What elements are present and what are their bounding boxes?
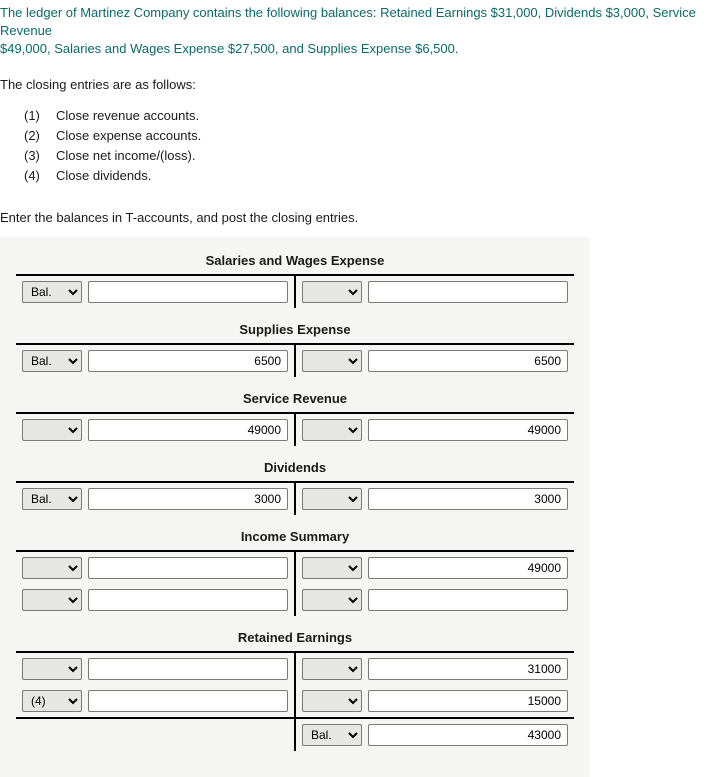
ref-select[interactable]: Bal.	[22, 488, 82, 510]
step-1: (1)Close revenue accounts.	[24, 106, 724, 126]
amount-input[interactable]	[368, 419, 568, 441]
t-accounts-panel: Salaries and Wages Expense Bal. Supplies…	[0, 237, 590, 777]
amount-input[interactable]	[88, 350, 288, 372]
tacct-salaries: Salaries and Wages Expense Bal.	[16, 249, 574, 308]
tacct-dividends: Dividends Bal.	[16, 456, 574, 515]
amount-input[interactable]	[368, 281, 568, 303]
tacct-supplies: Supplies Expense Bal.	[16, 318, 574, 377]
ref-select[interactable]	[302, 589, 362, 611]
ref-select[interactable]	[302, 350, 362, 372]
ref-select[interactable]	[302, 488, 362, 510]
amount-input[interactable]	[88, 589, 288, 611]
tacct-title: Salaries and Wages Expense	[16, 249, 574, 276]
instruction: Enter the balances in T-accounts, and po…	[0, 210, 724, 225]
ref-select[interactable]	[302, 419, 362, 441]
tacct-retained-earnings: Retained Earnings (4)	[16, 626, 574, 751]
intro-line-1a: The ledger of Martinez Company contains …	[0, 5, 696, 38]
amount-input[interactable]	[88, 690, 288, 712]
amount-input[interactable]	[368, 589, 568, 611]
tacct-service-revenue: Service Revenue	[16, 387, 574, 446]
ref-select[interactable]	[22, 658, 82, 680]
closing-steps: (1)Close revenue accounts. (2)Close expe…	[0, 106, 724, 187]
tacct-title: Service Revenue	[16, 387, 574, 414]
ref-select[interactable]	[22, 419, 82, 441]
amount-input[interactable]	[368, 658, 568, 680]
amount-input[interactable]	[88, 419, 288, 441]
tacct-title: Retained Earnings	[16, 626, 574, 653]
ref-select[interactable]	[302, 658, 362, 680]
ref-select[interactable]: Bal.	[302, 724, 362, 746]
closing-heading: The closing entries are as follows:	[0, 77, 724, 92]
amount-input[interactable]	[368, 350, 568, 372]
amount-input[interactable]	[368, 488, 568, 510]
ref-select[interactable]: Bal.	[22, 281, 82, 303]
ref-select[interactable]	[22, 557, 82, 579]
tacct-title: Dividends	[16, 456, 574, 483]
amount-input[interactable]	[368, 724, 568, 746]
ref-select[interactable]: Bal.	[22, 350, 82, 372]
amount-input[interactable]	[88, 557, 288, 579]
ref-select[interactable]: (4)	[22, 690, 82, 712]
problem-intro: The ledger of Martinez Company contains …	[0, 4, 724, 59]
amount-input[interactable]	[88, 281, 288, 303]
amount-input[interactable]	[88, 658, 288, 680]
ref-select[interactable]	[302, 690, 362, 712]
amount-input[interactable]	[368, 557, 568, 579]
tacct-title: Income Summary	[16, 525, 574, 552]
amount-input[interactable]	[368, 690, 568, 712]
step-4: (4)Close dividends.	[24, 166, 724, 186]
ref-select[interactable]	[302, 557, 362, 579]
tacct-income-summary: Income Summary	[16, 525, 574, 616]
step-2: (2)Close expense accounts.	[24, 126, 724, 146]
step-3: (3)Close net income/(loss).	[24, 146, 724, 166]
amount-input[interactable]	[88, 488, 288, 510]
intro-line-1b: $49,000, Salaries and Wages Expense $27,…	[0, 41, 458, 56]
ref-select[interactable]	[22, 589, 82, 611]
ref-select[interactable]	[302, 281, 362, 303]
tacct-title: Supplies Expense	[16, 318, 574, 345]
